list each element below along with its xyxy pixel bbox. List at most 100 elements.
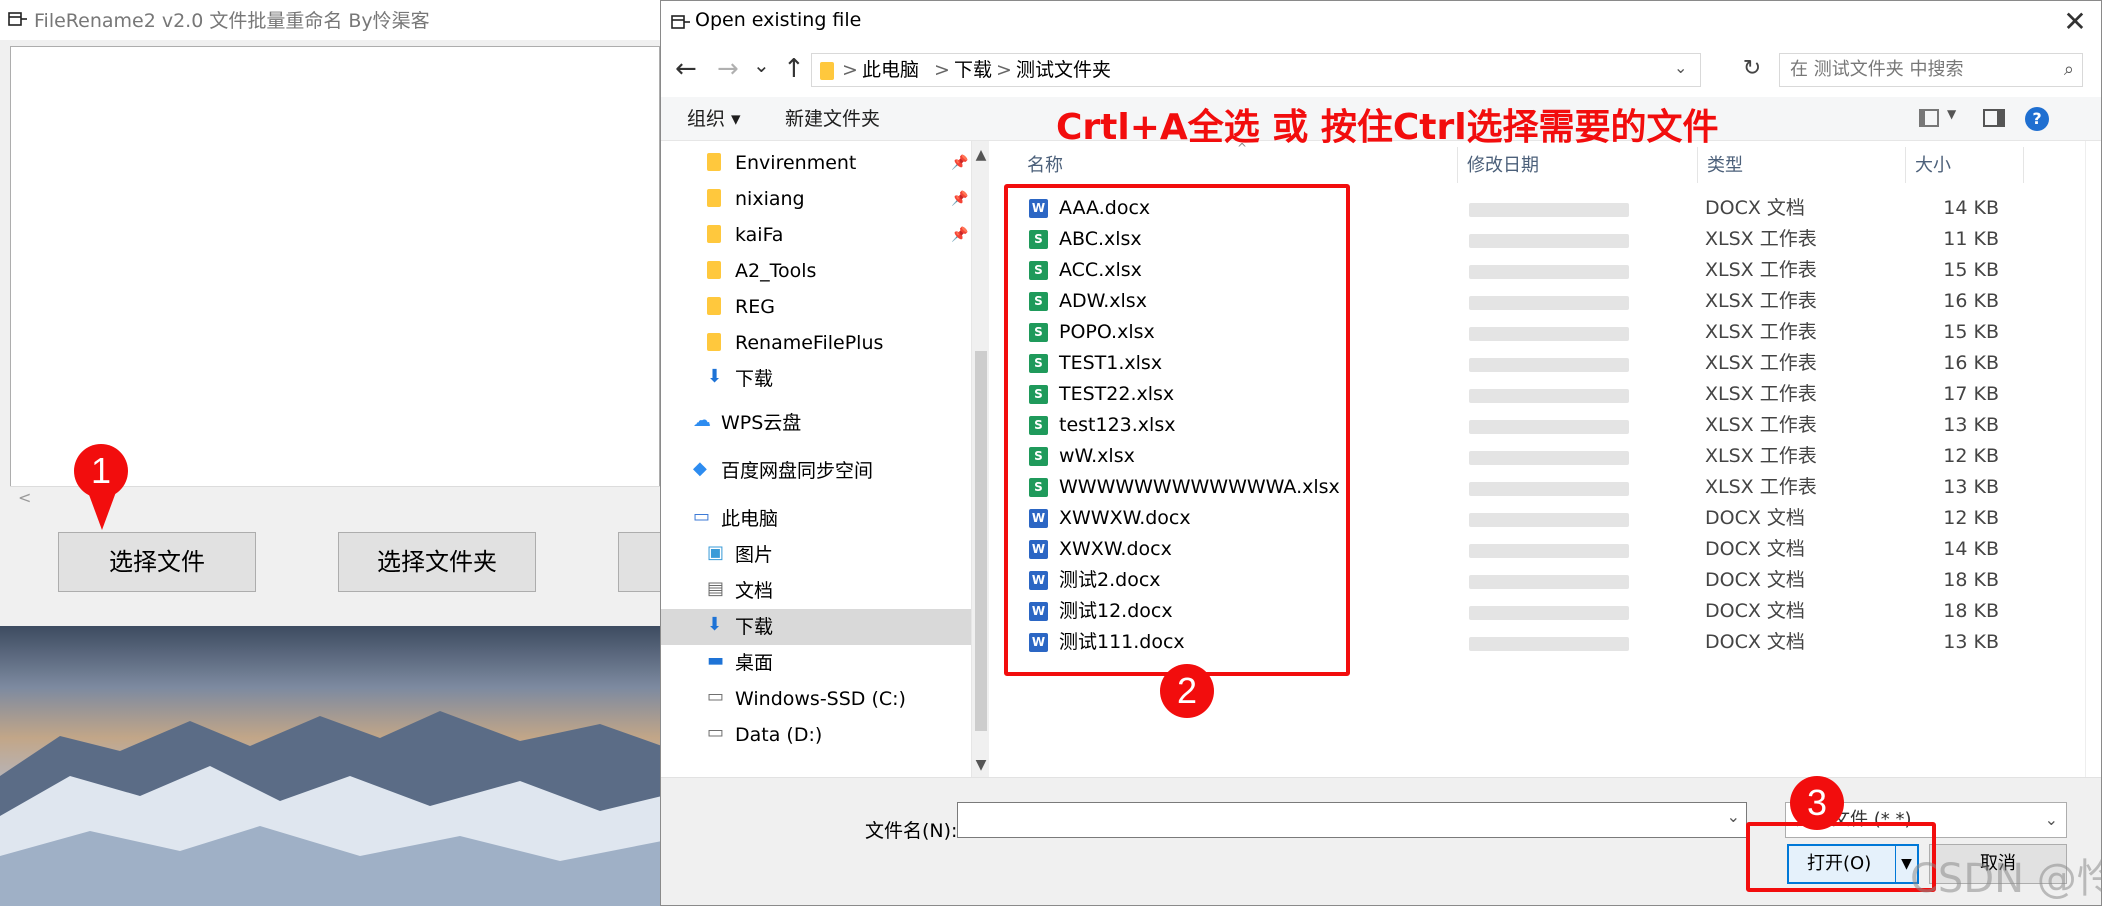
file-list-box[interactable] [10, 46, 660, 510]
sidebar-item-label: Windows-SSD (C:) [735, 688, 906, 710]
file-type: XLSX 工作表 [1705, 476, 1817, 498]
pin-icon: 📌 [951, 155, 969, 171]
breadcrumb-separator: > [934, 59, 950, 81]
scroll-left-arrow-icon[interactable]: < [18, 488, 31, 507]
blurred-modified-date [1469, 358, 1629, 372]
address-history-chevron-icon[interactable]: ⌄ [1674, 52, 1687, 84]
drive-icon: ▭ [707, 686, 725, 707]
blurred-modified-date [1469, 544, 1629, 558]
sidebar-item[interactable]: Envirenment 📌 [661, 145, 971, 181]
file-type: XLSX 工作表 [1705, 352, 1817, 374]
search-input[interactable]: 在 测试文件夹 中搜索 ⌕ [1779, 53, 2083, 87]
breadcrumb-test-folder[interactable]: 测试文件夹 [1016, 54, 1111, 86]
column-divider[interactable] [1905, 147, 1906, 183]
file-size: 13 KB [1943, 476, 1999, 498]
file-size: 18 KB [1943, 569, 1999, 591]
file-size: 16 KB [1943, 352, 1999, 374]
sidebar-item[interactable]: ▭ Windows-SSD (C:) [661, 681, 971, 717]
close-icon[interactable]: ✕ [2055, 5, 2095, 39]
file-size: 16 KB [1943, 290, 1999, 312]
file-type: DOCX 文档 [1705, 600, 1805, 622]
file-type: DOCX 文档 [1705, 538, 1805, 560]
scroll-down-arrow-icon[interactable]: ▼ [972, 757, 990, 773]
breadcrumb-separator: > [842, 59, 858, 81]
mountain-wallpaper-image [0, 711, 662, 906]
blurred-modified-date [1469, 203, 1629, 217]
blurred-modified-date [1469, 389, 1629, 403]
blurred-modified-date [1469, 513, 1629, 527]
file-type: XLSX 工作表 [1705, 383, 1817, 405]
watermark-text: CSDN @怜渠客 [1910, 856, 2102, 902]
file-type: DOCX 文档 [1705, 569, 1805, 591]
filename-label: 文件名(N): [865, 820, 958, 842]
sidebar-item-label: Data (D:) [735, 724, 823, 746]
step-badge-1: 1 [74, 444, 128, 498]
app-title: FileRename2 v2.0 文件批量重命名 By怜渠客 [34, 10, 430, 32]
select-files-button[interactable]: 选择文件 [58, 532, 256, 592]
file-size: 12 KB [1943, 445, 1999, 467]
drive-icon: ▭ [707, 722, 725, 743]
column-header-size[interactable]: 大小 [1915, 151, 1951, 181]
blurred-modified-date [1469, 420, 1629, 434]
step-badge-2: 2 [1160, 664, 1214, 718]
recent-locations-chevron-icon[interactable]: ⌄ [753, 51, 770, 79]
blurred-modified-date [1469, 575, 1629, 589]
file-size: 12 KB [1943, 507, 1999, 529]
blurred-modified-date [1469, 265, 1629, 279]
file-size: 18 KB [1943, 600, 1999, 622]
refresh-icon[interactable]: ↻ [1737, 53, 1767, 87]
breadcrumb-this-pc[interactable]: 此电脑 [862, 54, 919, 86]
back-arrow-icon[interactable]: ← [675, 55, 697, 83]
filename-input[interactable]: ⌄ [957, 802, 1747, 838]
blurred-modified-date [1469, 482, 1629, 496]
search-icon[interactable]: ⌕ [2064, 54, 2074, 86]
column-divider[interactable] [1457, 147, 1458, 183]
view-options-icon[interactable] [1919, 109, 1939, 127]
app-title-bar: FileRename2 v2.0 文件批量重命名 By怜渠客 [0, 0, 662, 40]
select-folder-button[interactable]: 选择文件夹 [338, 532, 536, 592]
column-header-type[interactable]: 类型 [1707, 151, 1743, 181]
address-bar[interactable]: > 此电脑 > 下载 > 测试文件夹 ⌄ [811, 53, 1701, 87]
new-folder-button[interactable]: 新建文件夹 [785, 97, 880, 141]
folder-icon [707, 153, 721, 171]
help-icon[interactable]: ? [2025, 107, 2049, 131]
blurred-modified-date [1469, 451, 1629, 465]
files-highlight-box [1004, 184, 1350, 676]
file-type: XLSX 工作表 [1705, 290, 1817, 312]
app-window-icon [8, 12, 28, 26]
badge-pointer-1 [88, 492, 116, 530]
file-type: XLSX 工作表 [1705, 321, 1817, 343]
column-divider[interactable] [2023, 147, 2024, 183]
file-type: XLSX 工作表 [1705, 445, 1817, 467]
file-type: XLSX 工作表 [1705, 259, 1817, 281]
file-size: 14 KB [1943, 197, 1999, 219]
dialog-window-icon [671, 15, 691, 29]
file-size: 15 KB [1943, 259, 1999, 281]
step-badge-3: 3 [1790, 776, 1844, 830]
column-header-modified[interactable]: 修改日期 [1467, 151, 1539, 181]
filename-dropdown-chevron-icon[interactable]: ⌄ [1727, 807, 1740, 826]
breadcrumb-downloads[interactable]: 下载 [954, 54, 992, 86]
file-list-scrollbar[interactable] [2085, 141, 2101, 777]
file-type: DOCX 文档 [1705, 507, 1805, 529]
blurred-modified-date [1469, 606, 1629, 620]
desktop-wallpaper [0, 626, 662, 906]
forward-arrow-icon[interactable]: → [717, 55, 739, 83]
up-folder-arrow-icon[interactable]: ↑ [783, 55, 805, 83]
blurred-modified-date [1469, 327, 1629, 341]
file-size: 17 KB [1943, 383, 1999, 405]
file-size: 11 KB [1943, 228, 1999, 250]
file-size: 14 KB [1943, 538, 1999, 560]
scroll-up-arrow-icon[interactable]: ▲ [972, 147, 990, 163]
file-type: DOCX 文档 [1705, 631, 1805, 653]
file-type: DOCX 文档 [1705, 197, 1805, 219]
view-dropdown-chevron-icon[interactable]: ▼ [1947, 107, 1956, 121]
column-header-name[interactable]: 名称 [1027, 151, 1063, 181]
column-divider[interactable] [1697, 147, 1698, 183]
filerename-app-window: FileRename2 v2.0 文件批量重命名 By怜渠客 < 选择文件 选择… [0, 0, 678, 626]
organize-menu-button[interactable]: 组织 ▾ [687, 97, 741, 141]
file-size: 13 KB [1943, 414, 1999, 436]
blurred-modified-date [1469, 296, 1629, 310]
sidebar-item[interactable]: ▭ Data (D:) [661, 717, 971, 753]
preview-pane-icon[interactable] [1983, 109, 2005, 127]
